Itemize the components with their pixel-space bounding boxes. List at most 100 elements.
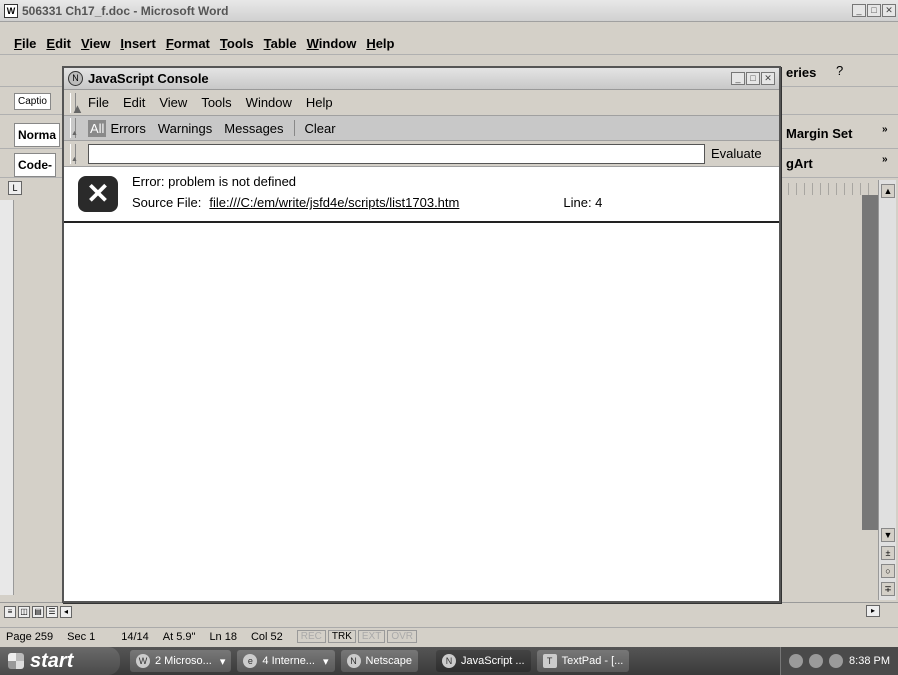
filter-errors[interactable]: Errors — [108, 120, 147, 137]
word-menu-help[interactable]: Help — [366, 36, 394, 51]
scroll-down-icon[interactable]: ▼ — [881, 528, 895, 542]
outline-view-icon[interactable]: ☰ — [46, 605, 58, 618]
eval-grip-icon[interactable]: ▲ — [70, 143, 78, 164]
filter-warnings[interactable]: Warnings — [156, 120, 214, 137]
task-internet-label: 4 Interne... — [262, 655, 315, 667]
normal-view-icon[interactable]: ≡ — [4, 605, 16, 618]
next-page-icon[interactable]: ∓ — [881, 582, 895, 596]
clear-button[interactable]: Clear — [303, 120, 338, 137]
console-title-bar: N JavaScript Console _ □ ✕ — [64, 68, 779, 90]
word-menu-table[interactable]: Table — [264, 36, 297, 51]
browse-object-icon[interactable]: ○ — [881, 564, 895, 578]
console-maximize-icon[interactable]: □ — [746, 72, 760, 85]
scroll-up-icon[interactable]: ▲ — [881, 184, 895, 198]
console-filter-bar: ▲ All Errors Warnings Messages Clear — [64, 116, 779, 141]
source-file-link[interactable]: file:///C:/em/write/jsfd4e/scripts/list1… — [209, 192, 459, 213]
taskbar: start W 2 Microso... ▾ e 4 Interne... ▾ N … — [0, 647, 898, 675]
help-icon[interactable]: ? — [836, 63, 843, 78]
word-menu-tools[interactable]: Tools — [220, 36, 254, 51]
netscape-icon: N — [68, 71, 83, 86]
margin-set-label[interactable]: Margin Set — [786, 126, 852, 141]
word-menu-window[interactable]: Window — [307, 36, 357, 51]
toolbar-options-icon[interactable]: » — [882, 124, 888, 135]
console-menu-help[interactable]: Help — [306, 95, 333, 110]
status-line: Ln 18 — [209, 630, 237, 643]
wordart-label[interactable]: gArt — [786, 156, 813, 171]
start-button[interactable]: start — [0, 647, 120, 675]
start-label: start — [30, 649, 74, 672]
task-netscape[interactable]: N Netscape — [340, 650, 418, 672]
document-page-edge — [862, 195, 878, 530]
filter-messages[interactable]: Messages — [222, 120, 285, 137]
scroll-right-icon[interactable]: ▸ — [866, 605, 880, 617]
javascript-console-window: N JavaScript Console _ □ ✕ ▲ File Edit V… — [62, 66, 781, 603]
task-word-label: 2 Microso... — [155, 655, 212, 667]
console-message-area — [64, 223, 779, 595]
maximize-icon[interactable]: □ — [867, 4, 881, 17]
toolbar-options-icon-2[interactable]: » — [882, 154, 888, 165]
word-doc-icon: W — [4, 3, 18, 18]
task-javascript-label: JavaScript ... — [461, 655, 525, 667]
textpad-task-icon: T — [542, 654, 557, 668]
word-menu-file[interactable]: File — [14, 36, 36, 51]
view-buttons-bar: ≡ ◫ ▤ ☰ ◂ ▸ — [0, 602, 898, 620]
close-icon[interactable]: ✕ — [882, 4, 896, 17]
error-icon-wrap: ✕ — [64, 167, 132, 221]
console-menu-tools[interactable]: Tools — [201, 95, 231, 110]
scroll-left-icon[interactable]: ◂ — [60, 605, 72, 618]
word-menu-format[interactable]: Format — [166, 36, 210, 51]
task-netscape-label: Netscape — [365, 655, 412, 667]
task-textpad-label: TextPad - [... — [561, 655, 624, 667]
console-title: JavaScript Console — [88, 71, 209, 86]
network-icon[interactable] — [809, 654, 824, 668]
tab-selector[interactable]: L — [8, 181, 22, 195]
error-entry[interactable]: ✕ Error: problem is not defined Source F… — [64, 167, 779, 223]
word-menu-view[interactable]: View — [81, 36, 110, 51]
console-window-controls: _ □ ✕ — [731, 72, 775, 85]
vertical-scrollbar[interactable]: ▲ ▼ ± ○ ∓ — [878, 180, 896, 600]
system-tray: 8:38 PM — [780, 647, 898, 675]
word-task-icon: W — [136, 654, 150, 668]
web-view-icon[interactable]: ◫ — [18, 605, 30, 618]
evaluate-input[interactable] — [88, 143, 705, 164]
task-internet[interactable]: e 4 Interne... ▾ — [237, 650, 335, 672]
console-minimize-icon[interactable]: _ — [731, 72, 745, 85]
task-javascript[interactable]: N JavaScript ... — [436, 650, 531, 672]
netscape-task-icon: N — [346, 654, 361, 668]
word-menu-insert[interactable]: Insert — [120, 36, 155, 51]
minimize-icon[interactable]: _ — [852, 4, 866, 17]
style-box[interactable]: Norma — [14, 123, 61, 147]
code-style-box[interactable]: Code- — [14, 153, 56, 177]
status-trk[interactable]: TRK — [327, 630, 356, 643]
word-title-bar: W 506331 Ch17_f.doc - Microsoft Word _ □… — [0, 0, 898, 22]
prev-page-icon[interactable]: ± — [881, 546, 895, 560]
console-menu-window[interactable]: Window — [246, 95, 292, 110]
word-menubar: File Edit View Insert Format Tools Table… — [0, 33, 898, 55]
word-menu-edit[interactable]: Edit — [46, 36, 71, 51]
evaluate-button[interactable]: Evaluate — [711, 146, 762, 161]
task-word[interactable]: W 2 Microso... ▾ — [130, 650, 232, 672]
status-rec[interactable]: REC — [296, 630, 326, 643]
filter-all[interactable]: All — [88, 119, 107, 137]
word-window-title: 506331 Ch17_f.doc - Microsoft Word — [22, 3, 229, 18]
print-view-icon[interactable]: ▤ — [32, 605, 44, 618]
status-pages: 14/14 — [121, 630, 149, 643]
console-evaluate-bar: ▲ Evaluate — [64, 141, 779, 167]
volume-icon[interactable] — [829, 654, 844, 668]
console-menu-file[interactable]: File — [88, 95, 109, 110]
filter-grip-icon[interactable]: ▲ — [70, 118, 78, 138]
caption-box[interactable]: Captio — [14, 93, 51, 110]
console-menu-view[interactable]: View — [159, 95, 187, 110]
tray-expand-icon[interactable] — [789, 654, 804, 668]
queries-label[interactable]: eries — [786, 65, 816, 80]
task-textpad[interactable]: T TextPad - [... — [536, 650, 630, 672]
clock[interactable]: 8:38 PM — [849, 655, 890, 667]
console-menubar: ▲ File Edit View Tools Window Help — [64, 90, 779, 116]
status-ext[interactable]: EXT — [357, 630, 386, 643]
toolbar-grip-icon[interactable]: ▲ — [70, 92, 84, 116]
error-source-row: Source File: file:///C:/em/write/jsfd4e/… — [132, 192, 602, 213]
console-menu-edit[interactable]: Edit — [123, 95, 145, 110]
console-close-icon[interactable]: ✕ — [761, 72, 775, 85]
error-icon: ✕ — [78, 176, 118, 212]
status-ovr[interactable]: OVR — [387, 630, 418, 643]
